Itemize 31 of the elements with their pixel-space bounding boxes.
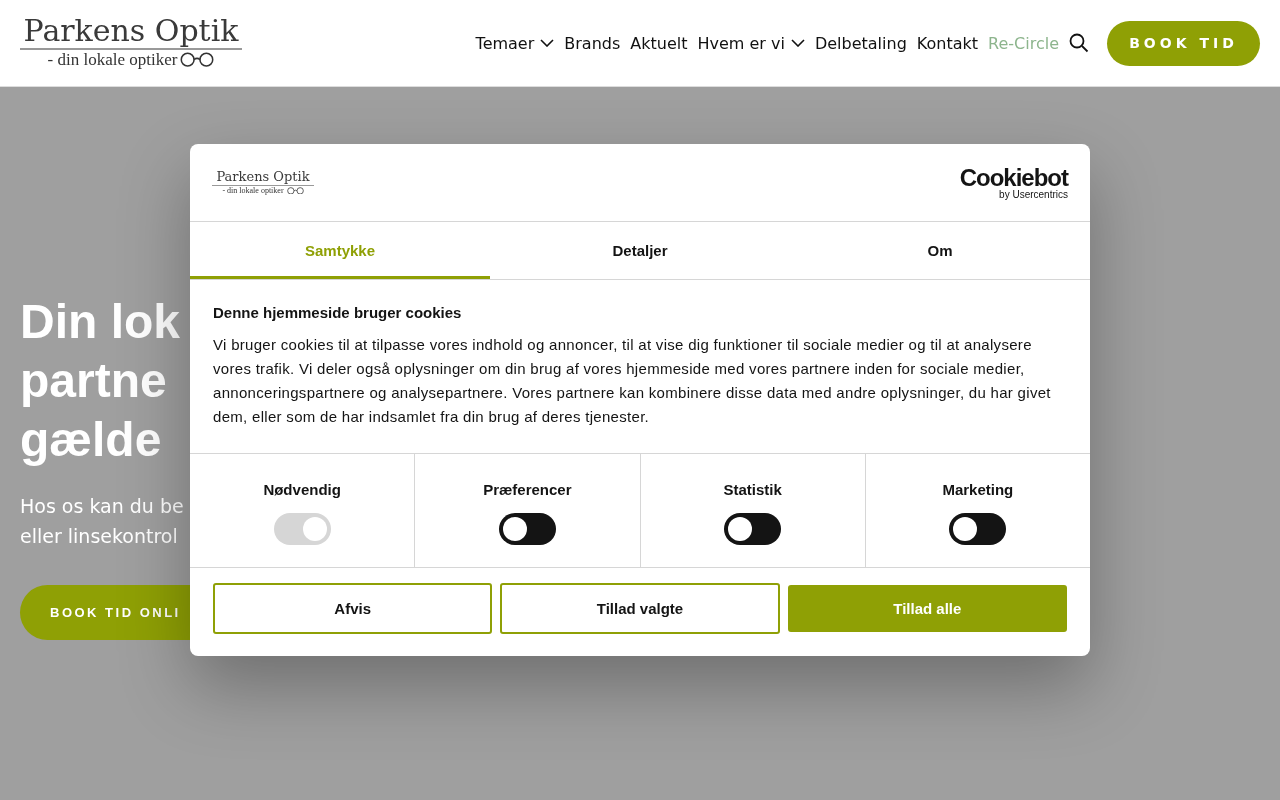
hero-heading: gælde	[20, 412, 163, 468]
category-label: Marketing	[942, 481, 1014, 498]
nav-link[interactable]: Delbetaling	[814, 33, 907, 53]
dialog-title: Denne hjemmeside bruger cookies	[213, 304, 463, 321]
category-label: Præferencer	[483, 481, 572, 498]
toggle-switch[interactable]	[949, 513, 1007, 545]
logo-tagline: - din lokale optiker	[47, 50, 178, 70]
logo-name: Parkens Optik	[20, 16, 242, 50]
hero-heading: Din lok	[20, 294, 180, 350]
consent-button[interactable]: Tillad valgte	[500, 583, 780, 634]
toggle-switch[interactable]	[724, 513, 782, 545]
glasses-icon	[180, 52, 215, 68]
toggle-switch[interactable]	[498, 513, 556, 545]
category-label: Statistik	[723, 481, 782, 498]
hero-text: Hos os kan du be	[20, 494, 184, 519]
hero-text: eller linsekontrol	[20, 524, 179, 549]
cookiebot-logo: Cookiebot	[959, 165, 1068, 190]
cookiebot-subtitle: by Usercentrics	[999, 189, 1068, 200]
search-icon[interactable]	[1069, 33, 1089, 53]
nav-link[interactable]: Hvem er vi	[697, 33, 805, 53]
nav-link[interactable]: Temaer	[475, 33, 555, 53]
glasses-icon	[286, 186, 304, 195]
category-label: Nødvendig	[263, 481, 341, 498]
hero-heading: partne	[20, 353, 168, 409]
nav-link[interactable]: Aktuelt	[630, 33, 688, 53]
nav-link[interactable]: Kontakt	[916, 33, 979, 53]
nav-link[interactable]: Brands	[564, 33, 621, 53]
consent-button[interactable]: Afvis	[213, 583, 493, 634]
logo-tagline: - din lokale optiker	[222, 186, 284, 195]
logo-name: Parkens Optik	[212, 170, 314, 186]
dialog-text: Vi bruger cookies til at tilpasse vores indhold og annoncer, til at vise dig funktioner til sociale medier og til at analysere vores trafik. Vi deler også oplysninger om din brug af vores hjemmeside med vores partnere inden for sociale medier, annonceringspartnere og analysepartnere. Vores partnere kan kombinere disse data med andre oplysninger, du har givet dem, eller som de har indsamlet fra din brug af deres tjenester.	[213, 335, 1052, 427]
